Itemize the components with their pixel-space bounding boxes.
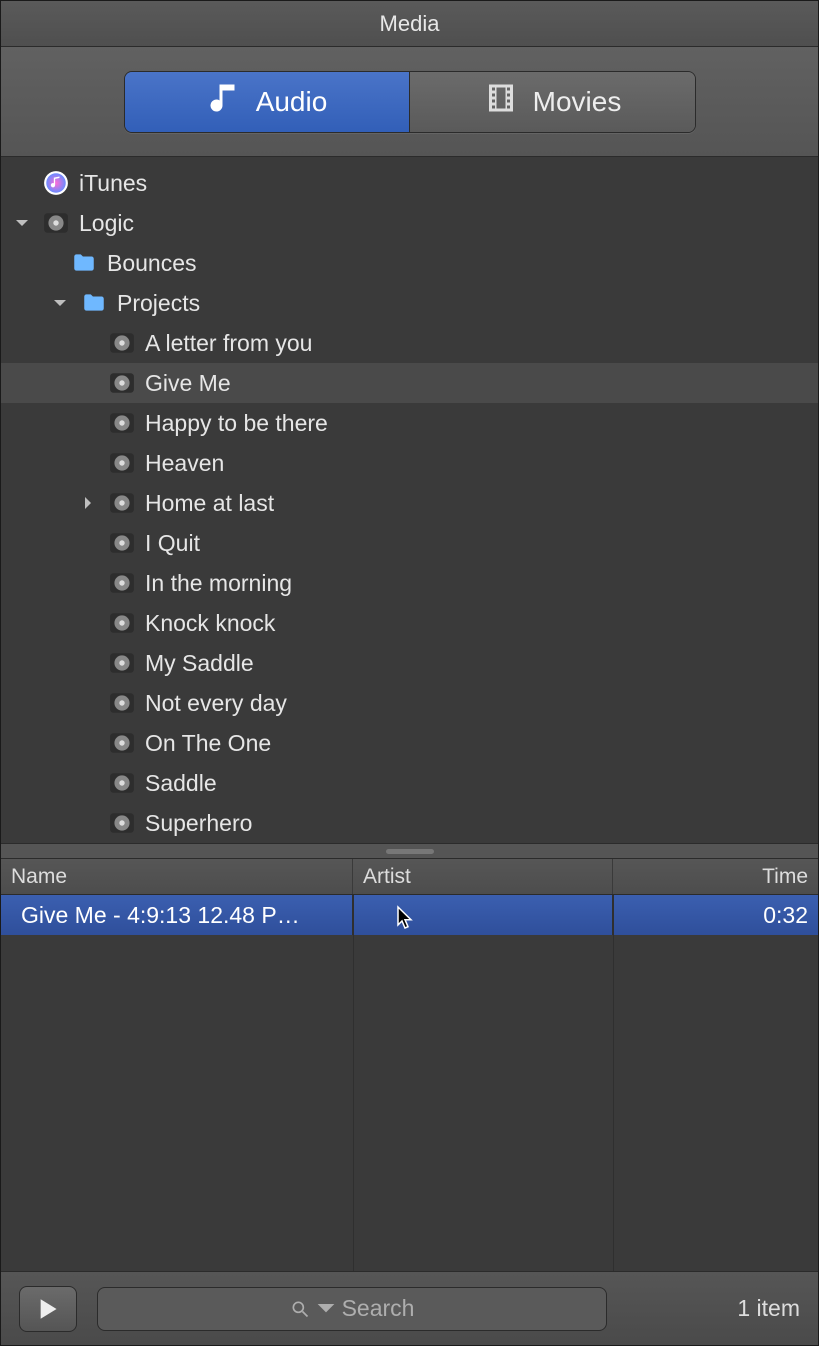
logic-project-icon bbox=[109, 330, 135, 356]
tab-movies-label: Movies bbox=[533, 86, 622, 118]
logic-project-icon bbox=[109, 690, 135, 716]
disclosure-down-icon[interactable] bbox=[11, 212, 33, 234]
source-item-logic[interactable]: Logic bbox=[1, 203, 818, 243]
source-item-label: I Quit bbox=[145, 530, 200, 557]
source-item-label: Bounces bbox=[107, 250, 197, 277]
source-item-project[interactable]: A letter from you bbox=[1, 323, 818, 363]
logic-app-icon bbox=[43, 210, 69, 236]
source-item-label: Superhero bbox=[145, 810, 252, 837]
column-header-time[interactable]: Time bbox=[613, 859, 818, 894]
source-item-project[interactable]: Superhero bbox=[1, 803, 818, 843]
logic-project-icon bbox=[109, 530, 135, 556]
source-item-project[interactable]: Home at last bbox=[1, 483, 818, 523]
source-item-label: In the morning bbox=[145, 570, 292, 597]
source-item-label: Happy to be there bbox=[145, 410, 328, 437]
source-item-label: Knock knock bbox=[145, 610, 275, 637]
source-item-project[interactable]: Saddle bbox=[1, 763, 818, 803]
logic-project-icon bbox=[109, 730, 135, 756]
cell-name: Give Me - 4:9:13 12.48 P… bbox=[21, 902, 300, 929]
source-item-projects[interactable]: Projects bbox=[1, 283, 818, 323]
source-item-project[interactable]: On The One bbox=[1, 723, 818, 763]
source-item-label: Logic bbox=[79, 210, 134, 237]
window-title: Media bbox=[380, 11, 440, 37]
source-item-itunes[interactable]: iTunes bbox=[1, 163, 818, 203]
logic-project-icon bbox=[109, 770, 135, 796]
source-item-bounces[interactable]: Bounces bbox=[1, 243, 818, 283]
folder-icon bbox=[71, 250, 97, 276]
play-button[interactable] bbox=[19, 1286, 77, 1332]
search-icon bbox=[290, 1299, 310, 1319]
status-item-count: 1 item bbox=[737, 1295, 800, 1322]
source-item-label: Home at last bbox=[145, 490, 274, 517]
play-icon bbox=[38, 1298, 58, 1320]
logic-project-icon bbox=[109, 810, 135, 836]
source-item-project[interactable]: Give Me bbox=[1, 363, 818, 403]
logic-project-icon bbox=[109, 570, 135, 596]
music-note-icon bbox=[206, 80, 242, 123]
source-item-project[interactable]: Happy to be there bbox=[1, 403, 818, 443]
column-separator bbox=[353, 895, 354, 1271]
table-row[interactable]: Give Me - 4:9:13 12.48 P… 0:32 bbox=[1, 895, 818, 935]
source-item-label: On The One bbox=[145, 730, 271, 757]
column-separator bbox=[613, 895, 614, 1271]
pane-splitter[interactable] bbox=[1, 843, 818, 859]
splitter-grip-icon bbox=[386, 849, 434, 854]
source-item-project[interactable]: Knock knock bbox=[1, 603, 818, 643]
tab-movies[interactable]: Movies bbox=[410, 72, 695, 132]
window-titlebar: Media bbox=[1, 1, 818, 47]
source-item-project[interactable]: Heaven bbox=[1, 443, 818, 483]
logic-project-icon bbox=[109, 490, 135, 516]
search-input[interactable]: Search bbox=[97, 1287, 607, 1331]
bottom-bar: Search 1 item bbox=[1, 1271, 818, 1345]
toolbar: Audio Movies bbox=[1, 47, 818, 157]
media-window: Media Audio Movies iTunes bbox=[0, 0, 819, 1346]
search-placeholder: Search bbox=[342, 1295, 415, 1322]
column-header-artist[interactable]: Artist bbox=[353, 859, 613, 894]
source-item-label: A letter from you bbox=[145, 330, 312, 357]
source-item-project[interactable]: I Quit bbox=[1, 523, 818, 563]
tab-audio-label: Audio bbox=[256, 86, 328, 118]
source-item-label: Projects bbox=[117, 290, 200, 317]
source-tree[interactable]: iTunes Logic Bounces bbox=[1, 157, 818, 843]
source-item-project[interactable]: My Saddle bbox=[1, 643, 818, 683]
logic-project-icon bbox=[109, 450, 135, 476]
source-item-label: iTunes bbox=[79, 170, 147, 197]
column-header-name[interactable]: Name bbox=[1, 859, 353, 894]
table-body[interactable]: Give Me - 4:9:13 12.48 P… 0:32 bbox=[1, 895, 818, 1271]
itunes-icon bbox=[43, 170, 69, 196]
folder-icon bbox=[81, 290, 107, 316]
media-type-segmented: Audio Movies bbox=[124, 71, 696, 133]
cell-time: 0:32 bbox=[763, 902, 808, 929]
source-item-label: Saddle bbox=[145, 770, 217, 797]
chevron-down-icon bbox=[316, 1299, 336, 1319]
film-icon bbox=[483, 80, 519, 123]
source-item-label: Give Me bbox=[145, 370, 231, 397]
source-item-project[interactable]: Not every day bbox=[1, 683, 818, 723]
logic-project-icon bbox=[109, 410, 135, 436]
disclosure-down-icon[interactable] bbox=[49, 292, 71, 314]
source-item-project[interactable]: In the morning bbox=[1, 563, 818, 603]
source-item-label: Heaven bbox=[145, 450, 224, 477]
table-header: Name Artist Time bbox=[1, 859, 818, 895]
source-item-label: My Saddle bbox=[145, 650, 254, 677]
logic-project-icon bbox=[109, 610, 135, 636]
logic-project-icon bbox=[109, 650, 135, 676]
tab-audio[interactable]: Audio bbox=[125, 72, 410, 132]
logic-project-icon bbox=[109, 370, 135, 396]
source-item-label: Not every day bbox=[145, 690, 287, 717]
disclosure-right-icon[interactable] bbox=[77, 492, 99, 514]
